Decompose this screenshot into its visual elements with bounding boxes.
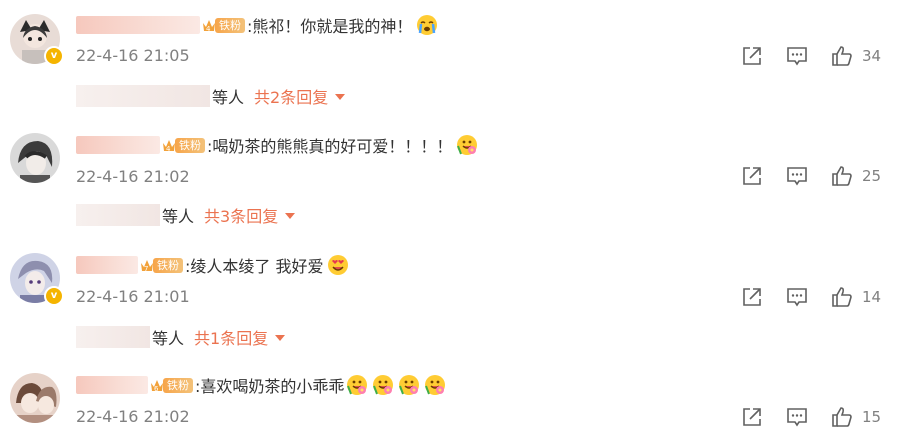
fan-badge[interactable]: 4 铁粉	[202, 16, 245, 34]
comment-icon[interactable]	[786, 165, 808, 187]
fan-badge[interactable]: 7 铁粉	[140, 256, 183, 274]
comment-actions: 15	[0, 406, 899, 432]
expand-replies-label: 共1条回复	[194, 329, 269, 348]
comment-actions: 25	[0, 165, 899, 191]
crown-icon: 7	[140, 257, 154, 273]
share-icon[interactable]	[741, 45, 763, 67]
username-blurred[interactable]	[76, 376, 148, 394]
reply-users-suffix: 等人	[152, 329, 185, 348]
username-blurred[interactable]	[76, 136, 160, 154]
crown-icon: 6	[150, 377, 164, 393]
crown-icon: 4	[202, 17, 216, 33]
comment-icon[interactable]	[786, 286, 808, 308]
fan-badge-label: 铁粉	[175, 137, 205, 153]
comment-text: :喜欢喝奶茶的小乖乖	[195, 377, 345, 396]
svg-text:6: 6	[154, 385, 159, 393]
comment-header: 6 铁粉 :喜欢喝奶茶的小乖乖	[76, 372, 446, 398]
fan-badge[interactable]: 6 铁粉	[150, 376, 193, 394]
thumbs-up-icon[interactable]	[831, 286, 853, 308]
like-count: 25	[862, 167, 882, 185]
comment-text: :喝奶茶的熊熊真的好可爱！！！！	[207, 137, 453, 156]
flower-face-icon	[372, 374, 394, 396]
username-blurred[interactable]	[76, 256, 138, 274]
reply-users-suffix: 等人	[162, 207, 195, 226]
comment-text: :熊祁！你就是我的神！	[247, 17, 413, 36]
reply-users-blurred	[76, 326, 150, 348]
reply-summary: 等人 共2条回复	[76, 83, 346, 109]
crying-face-icon	[416, 14, 438, 36]
flower-face-icon	[456, 134, 478, 156]
reply-summary: 等人 共3条回复	[76, 202, 296, 228]
fan-badge[interactable]: 4 铁粉	[162, 136, 205, 154]
comment-text: :绫人本绫了 我好爱	[185, 257, 324, 276]
expand-replies-label: 共2条回复	[254, 88, 329, 107]
caret-down-icon	[335, 94, 346, 100]
expand-replies-label: 共3条回复	[204, 207, 279, 226]
reply-summary: 等人 共1条回复	[76, 324, 286, 350]
reply-users-blurred	[76, 204, 160, 226]
flower-face-icon	[398, 374, 420, 396]
reply-users-blurred	[76, 85, 210, 107]
caret-down-icon	[285, 213, 296, 219]
caret-down-icon	[275, 335, 286, 341]
reply-users-suffix: 等人	[212, 88, 245, 107]
fan-badge-label: 铁粉	[163, 377, 193, 393]
fan-badge-label: 铁粉	[153, 257, 183, 273]
comment-icon[interactable]	[786, 45, 808, 67]
crown-icon: 4	[162, 137, 176, 153]
username-blurred[interactable]	[76, 16, 200, 34]
comment-header: 4 铁粉 :喝奶茶的熊熊真的好可爱！！！！	[76, 132, 478, 158]
fan-badge-label: 铁粉	[215, 17, 245, 33]
thumbs-up-icon[interactable]	[831, 45, 853, 67]
svg-text:7: 7	[144, 265, 148, 273]
share-icon[interactable]	[741, 406, 763, 428]
share-icon[interactable]	[741, 165, 763, 187]
thumbs-up-icon[interactable]	[831, 165, 853, 187]
comment-actions: 14	[0, 286, 899, 312]
svg-text:4: 4	[206, 25, 211, 33]
svg-text:4: 4	[166, 145, 171, 153]
flower-face-icon	[346, 374, 368, 396]
share-icon[interactable]	[741, 286, 763, 308]
comment-header: 7 铁粉 :绫人本绫了 我好爱	[76, 252, 349, 278]
thumbs-up-icon[interactable]	[831, 406, 853, 428]
comment-header: 4 铁粉 :熊祁！你就是我的神！	[76, 12, 438, 38]
expand-replies-link[interactable]: 共3条回复	[204, 203, 296, 227]
flower-face-icon	[424, 374, 446, 396]
like-count: 34	[862, 47, 882, 65]
like-count: 14	[862, 288, 882, 306]
comment-icon[interactable]	[786, 406, 808, 428]
comment-actions: 34	[0, 45, 899, 71]
like-count: 15	[862, 408, 882, 426]
expand-replies-link[interactable]: 共1条回复	[194, 325, 286, 349]
heart-face-icon	[327, 254, 349, 276]
expand-replies-link[interactable]: 共2条回复	[254, 84, 346, 108]
